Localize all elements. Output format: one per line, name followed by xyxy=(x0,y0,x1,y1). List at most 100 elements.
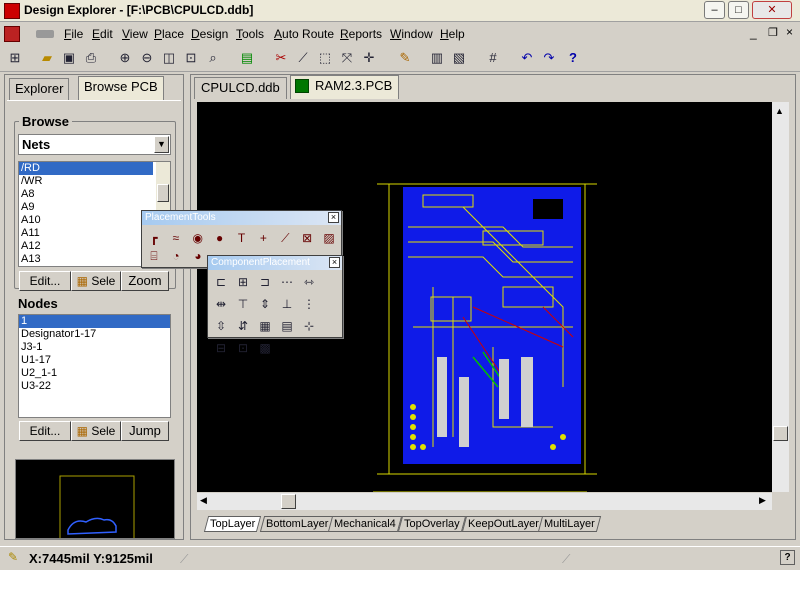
menu-auto-route[interactable]: Auto Route xyxy=(274,27,334,41)
component-place-icon[interactable]: ⊠ xyxy=(298,229,316,247)
nodes-list[interactable]: 1 Designator1-17 J3-1 U1-17 U2_1-1 U3-22 xyxy=(18,314,171,418)
layer-tab-mechanical4[interactable]: Mechanical4 xyxy=(327,516,402,532)
decrease-v-spacing-icon[interactable]: ⇵ xyxy=(234,317,252,335)
document-icon[interactable] xyxy=(4,26,20,42)
move-to-grid-icon[interactable]: ⊹ xyxy=(300,317,318,335)
menu-place[interactable]: Place xyxy=(154,27,184,41)
browse-library-icon[interactable]: ▧ xyxy=(450,49,468,67)
wire-icon[interactable]: ⟋ xyxy=(294,49,312,67)
align-right-icon[interactable]: ⊐ xyxy=(256,273,274,291)
list-item[interactable]: U3-22 xyxy=(19,380,170,393)
tab-cpulcd-ddb[interactable]: CPULCD.ddb xyxy=(194,77,287,99)
maximize-button[interactable]: □ xyxy=(728,1,749,19)
vertical-scroll-thumb[interactable] xyxy=(773,426,788,441)
component-icon[interactable]: ▤ xyxy=(238,49,256,67)
nets-select-button[interactable]: ▦ Sele xyxy=(71,271,121,291)
zoom-in-icon[interactable]: ⊕ xyxy=(116,49,134,67)
menu-view[interactable]: View xyxy=(122,27,148,41)
vertical-scrollbar[interactable]: ▲ xyxy=(772,102,789,492)
layer-tab-multilayer[interactable]: MultiLayer xyxy=(537,516,601,532)
arrow-icon[interactable] xyxy=(36,30,54,38)
coordinate-icon[interactable]: + xyxy=(254,229,272,247)
mdi-restore-button[interactable]: ❐ xyxy=(768,26,778,39)
list-item[interactable]: U1-17 xyxy=(19,354,170,367)
move-to-room-icon[interactable]: ⊟ xyxy=(212,339,230,357)
move-icon[interactable]: ✛ xyxy=(360,49,378,67)
distribute-v-icon[interactable]: ⋮ xyxy=(300,295,318,313)
inside-area-icon[interactable]: ▤ xyxy=(278,317,296,335)
decrease-h-spacing-icon[interactable]: ⇹ xyxy=(212,295,230,313)
scroll-up-icon[interactable]: ▲ xyxy=(775,106,784,116)
library-icon[interactable]: ▥ xyxy=(428,49,446,67)
menu-reports[interactable]: Reports xyxy=(340,27,382,41)
tab-ram-pcb[interactable]: RAM2.3.PCB xyxy=(290,75,400,99)
arc-center-icon[interactable]: ◔ xyxy=(167,247,185,265)
list-item[interactable]: Designator1-17 xyxy=(19,328,170,341)
undo-icon[interactable]: ↶ xyxy=(518,49,536,67)
mini-viewer[interactable] xyxy=(15,459,175,539)
nets-scroll-thumb[interactable] xyxy=(157,184,169,202)
redo-icon[interactable]: ↷ xyxy=(540,49,558,67)
menu-design[interactable]: Design xyxy=(191,27,228,41)
layer-tab-bottom[interactable]: BottomLayer xyxy=(259,516,335,532)
component-select-icon[interactable]: ⊡ xyxy=(234,339,252,357)
arc-edge-icon[interactable]: ◕ xyxy=(189,247,207,265)
dimension-icon[interactable]: ⟋ xyxy=(276,229,294,247)
hierarchy-icon[interactable]: ⊞ xyxy=(6,49,24,67)
align-left-icon[interactable]: ⊏ xyxy=(212,273,230,291)
room-arrange-icon[interactable]: ▦ xyxy=(256,317,274,335)
save-icon[interactable]: ▣ xyxy=(60,49,78,67)
list-item[interactable]: /RD xyxy=(19,162,154,176)
tab-explorer[interactable]: Explorer xyxy=(9,78,70,100)
chevron-down-icon[interactable]: ▼ xyxy=(154,136,169,153)
minimize-button[interactable]: – xyxy=(704,1,725,19)
nets-zoom-button[interactable]: Zoom xyxy=(121,271,169,291)
nodes-select-button[interactable]: ▦ Sele xyxy=(71,421,121,441)
mdi-close-button[interactable]: × xyxy=(786,25,793,39)
nets-edit-button[interactable]: Edit... xyxy=(19,271,71,291)
list-item[interactable]: /WR xyxy=(19,175,170,188)
help-icon[interactable]: ? xyxy=(564,49,582,67)
component-placement-toolbar[interactable]: ComponentPlacement × ⊏ ⊞ ⊐ ⋯ ⇿ ⇹ ⊤ ⇕ ⊥ ⋮ … xyxy=(207,255,343,355)
nodes-jump-button[interactable]: Jump xyxy=(121,421,169,441)
layer-tab-topoverlay[interactable]: TopOverlay xyxy=(397,516,466,532)
distribute-h-icon[interactable]: ⋯ xyxy=(278,273,296,291)
align-middle-icon[interactable]: ⇕ xyxy=(256,295,274,313)
close-icon[interactable]: × xyxy=(328,212,339,223)
menu-tools[interactable]: Tools xyxy=(236,27,264,41)
deselect-icon[interactable]: ⤧ xyxy=(338,49,356,67)
nodes-edit-button[interactable]: Edit... xyxy=(19,421,71,441)
wand-icon[interactable]: ✎ xyxy=(396,49,414,67)
grid-icon[interactable]: # xyxy=(484,49,502,67)
layer-tab-keepout[interactable]: KeepOutLayer xyxy=(461,516,546,532)
align-top-icon[interactable]: ⊤ xyxy=(234,295,252,313)
zoom-out-icon[interactable]: ⊖ xyxy=(138,49,156,67)
text-icon[interactable]: T xyxy=(233,229,251,247)
fill-icon[interactable]: ⌸ xyxy=(145,247,163,265)
zoom-last-icon[interactable]: ⌕ xyxy=(204,49,222,67)
scroll-left-icon[interactable]: ◀ xyxy=(200,495,207,506)
close-button[interactable]: ✕ xyxy=(752,1,792,19)
tab-browse-pcb[interactable]: Browse PCB xyxy=(78,76,164,100)
cut-icon[interactable]: ✂ xyxy=(272,49,290,67)
zoom-fit-icon[interactable]: ◫ xyxy=(160,49,178,67)
open-folder-icon[interactable]: ▰ xyxy=(38,49,56,67)
browse-select[interactable]: Nets ▼ xyxy=(18,134,171,155)
select-icon[interactable]: ⬚ xyxy=(316,49,334,67)
horizontal-scrollbar[interactable]: ◀ ▶ xyxy=(197,493,772,510)
close-icon[interactable]: × xyxy=(329,257,340,268)
increase-v-spacing-icon[interactable]: ⇳ xyxy=(212,317,230,335)
pcb-board[interactable] xyxy=(403,187,581,464)
horizontal-scroll-thumb[interactable] xyxy=(281,494,296,509)
list-item[interactable]: 1 xyxy=(19,315,170,329)
menu-file[interactable]: File xyxy=(64,27,83,41)
polygon-icon[interactable]: ▨ xyxy=(320,229,338,247)
list-item[interactable]: U2_1-1 xyxy=(19,367,170,380)
list-item[interactable]: J3-1 xyxy=(19,341,170,354)
mdi-minimize-button[interactable]: _ xyxy=(750,26,757,40)
arrange-rect-icon[interactable]: ▩ xyxy=(256,339,274,357)
layer-tab-top[interactable]: TopLayer xyxy=(203,516,262,532)
menu-window[interactable]: Window xyxy=(390,27,433,41)
print-icon[interactable]: ⎙ xyxy=(82,49,100,67)
zoom-area-icon[interactable]: ⊡ xyxy=(182,49,200,67)
